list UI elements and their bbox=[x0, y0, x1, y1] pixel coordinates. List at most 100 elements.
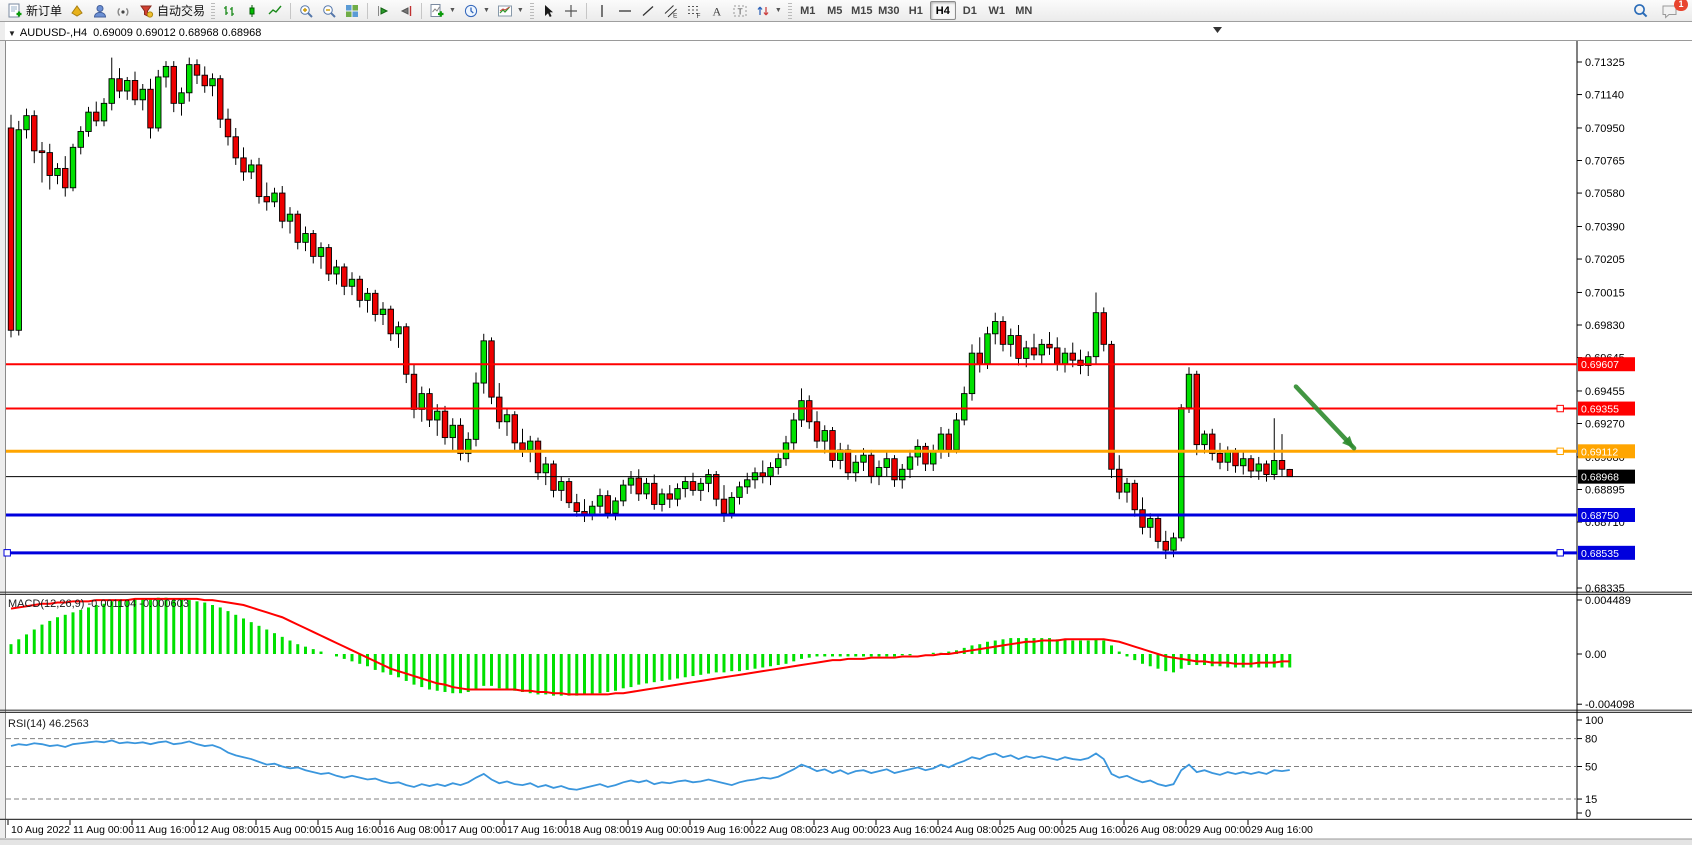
candle-body bbox=[311, 234, 317, 257]
toolbar-grip bbox=[530, 3, 534, 19]
fibonacci-button[interactable]: F bbox=[683, 1, 705, 20]
svg-text:24 Aug 08:00: 24 Aug 08:00 bbox=[941, 824, 1003, 836]
horizontal-line-button[interactable] bbox=[614, 1, 636, 20]
candlestick-chart-button[interactable] bbox=[241, 1, 263, 20]
notifications-button[interactable]: 1 bbox=[1658, 1, 1682, 20]
candle-body bbox=[721, 499, 727, 513]
auto-scroll-button[interactable] bbox=[372, 1, 394, 20]
candle-body bbox=[202, 75, 208, 86]
candle-body bbox=[1202, 434, 1208, 445]
line-drag-marker[interactable] bbox=[4, 550, 10, 556]
new-order-button[interactable]: 新订单 bbox=[4, 1, 65, 20]
line-drag-marker[interactable] bbox=[1557, 405, 1563, 411]
candle-body bbox=[520, 443, 526, 450]
auto-trading-button[interactable]: 自动交易 bbox=[135, 1, 208, 20]
timeframe-h1-button[interactable]: H1 bbox=[903, 1, 929, 20]
text-button[interactable]: A bbox=[706, 1, 728, 20]
chevron-down-icon: ▼ bbox=[483, 7, 490, 14]
svg-text:0.00: 0.00 bbox=[1585, 649, 1606, 661]
vertical-line-button[interactable] bbox=[591, 1, 613, 20]
charts-button[interactable] bbox=[66, 1, 88, 20]
candle-body bbox=[125, 80, 131, 91]
chart-shift-button[interactable] bbox=[395, 1, 417, 20]
crosshair-button[interactable] bbox=[560, 1, 582, 20]
candle-body bbox=[675, 489, 681, 500]
svg-text:0.68968: 0.68968 bbox=[1581, 472, 1619, 484]
candle-body bbox=[411, 374, 417, 409]
toolbar-separator bbox=[290, 3, 291, 19]
candle-body bbox=[357, 279, 363, 300]
vertical-line-icon bbox=[594, 3, 610, 19]
cursor-button[interactable] bbox=[537, 1, 559, 20]
svg-text:A: A bbox=[712, 4, 721, 18]
periods-button[interactable]: ▼ bbox=[460, 1, 493, 20]
one-click-trading-collapse-icon[interactable]: ▼ bbox=[8, 29, 16, 38]
line-chart-button[interactable] bbox=[264, 1, 286, 20]
candle-body bbox=[845, 450, 851, 473]
candle-body bbox=[1000, 321, 1006, 344]
candle-body bbox=[1148, 519, 1154, 528]
toolbar-separator bbox=[586, 3, 587, 19]
candle-body bbox=[94, 112, 100, 121]
search-button[interactable] bbox=[1629, 1, 1652, 20]
chart-window[interactable]: ▼AUDUSD-,H40.69009 0.69012 0.68968 0.689… bbox=[0, 22, 1692, 845]
signals-button[interactable] bbox=[112, 1, 134, 20]
auto-trading-label: 自动交易 bbox=[157, 2, 205, 19]
candlestick-chart-icon bbox=[244, 3, 260, 19]
indicators-button[interactable]: ▼ bbox=[426, 1, 459, 20]
svg-text:29 Aug 16:00: 29 Aug 16:00 bbox=[1251, 824, 1313, 836]
chart-shift-icon bbox=[398, 3, 414, 19]
svg-text:29 Aug 00:00: 29 Aug 00:00 bbox=[1189, 824, 1251, 836]
line-drag-marker[interactable] bbox=[1557, 448, 1563, 454]
candle-body bbox=[946, 434, 952, 450]
chevron-down-icon: ▼ bbox=[517, 7, 524, 14]
candle-body bbox=[1179, 408, 1185, 538]
zoom-in-button[interactable] bbox=[295, 1, 317, 20]
candle-body bbox=[16, 130, 22, 331]
zoom-out-button[interactable] bbox=[318, 1, 340, 20]
crosshair-icon bbox=[563, 3, 579, 19]
candle-body bbox=[1233, 452, 1239, 466]
text-label-button[interactable]: T bbox=[729, 1, 751, 20]
timeframe-mn-button[interactable]: MN bbox=[1011, 1, 1037, 20]
svg-text:23 Aug 16:00: 23 Aug 16:00 bbox=[879, 824, 941, 836]
candle-body bbox=[32, 116, 38, 151]
timeframe-d1-button[interactable]: D1 bbox=[957, 1, 983, 20]
profile-button[interactable] bbox=[89, 1, 111, 20]
timeframe-h4-button[interactable]: H4 bbox=[930, 1, 956, 20]
candle-body bbox=[636, 478, 642, 494]
bar-chart-button[interactable] bbox=[218, 1, 240, 20]
new-order-label: 新订单 bbox=[26, 2, 62, 19]
line-chart-icon bbox=[267, 3, 283, 19]
timeframe-m30-button[interactable]: M30 bbox=[876, 1, 902, 20]
candle-body bbox=[1140, 510, 1146, 528]
trendline-button[interactable] bbox=[637, 1, 659, 20]
equidistant-channel-button[interactable]: E bbox=[660, 1, 682, 20]
timeframe-w1-button[interactable]: W1 bbox=[984, 1, 1010, 20]
chart-canvas[interactable]: 0.713250.711400.709500.707650.705800.703… bbox=[0, 22, 1692, 845]
candle-body bbox=[117, 79, 123, 91]
candle-body bbox=[1101, 313, 1107, 345]
candle-body bbox=[737, 487, 743, 498]
candle-body bbox=[264, 197, 270, 202]
candle-body bbox=[830, 431, 836, 461]
svg-text:0.68535: 0.68535 bbox=[1581, 548, 1619, 560]
arrows-button[interactable]: ▼ bbox=[752, 1, 785, 20]
svg-text:0.69112: 0.69112 bbox=[1581, 446, 1618, 458]
candle-body bbox=[1256, 464, 1262, 471]
templates-button[interactable]: ▼ bbox=[494, 1, 527, 20]
timeframe-m5-button[interactable]: M5 bbox=[822, 1, 848, 20]
toolbar-separator bbox=[367, 3, 368, 19]
candle-body bbox=[768, 467, 774, 476]
candle-body bbox=[70, 147, 76, 187]
line-drag-marker[interactable] bbox=[1557, 550, 1563, 556]
tile-windows-button[interactable] bbox=[341, 1, 363, 20]
candle-body bbox=[652, 483, 658, 504]
svg-text:0.70580: 0.70580 bbox=[1585, 188, 1625, 200]
timeframe-m1-button[interactable]: M1 bbox=[795, 1, 821, 20]
timeframe-m15-button[interactable]: M15 bbox=[849, 1, 875, 20]
text-icon: A bbox=[709, 3, 725, 19]
candle-body bbox=[1024, 348, 1030, 359]
candle-body bbox=[954, 420, 960, 450]
templates-icon bbox=[497, 3, 513, 19]
